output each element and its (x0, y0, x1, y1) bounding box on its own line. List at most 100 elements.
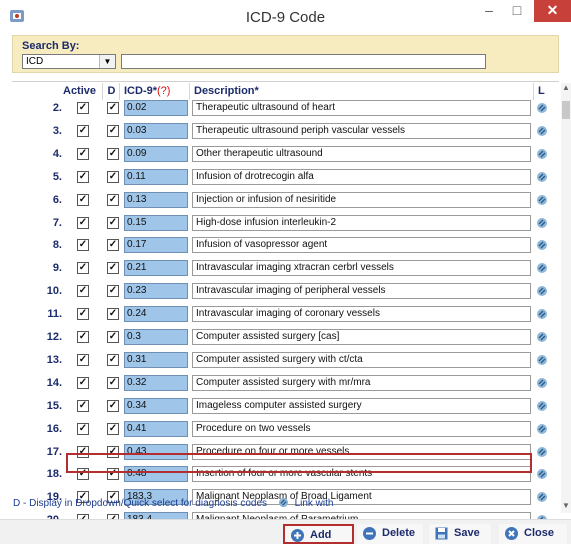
dropdown-checkbox[interactable]: ✓ (107, 377, 119, 389)
add-button[interactable]: Add (283, 524, 354, 544)
active-checkbox[interactable]: ✓ (77, 400, 89, 412)
description-field[interactable]: Injection or infusion of nesiritide (192, 192, 531, 208)
icd-code-field[interactable]: 0.41 (124, 421, 188, 437)
description-field[interactable]: High-dose infusion interleukin-2 (192, 215, 531, 231)
active-checkbox[interactable]: ✓ (77, 377, 89, 389)
description-field[interactable]: Procedure on two vessels (192, 421, 531, 437)
description-field[interactable]: Insertion of four or more vascular stent… (192, 466, 531, 482)
description-field[interactable]: Therapeutic ultrasound periph vascular v… (192, 123, 531, 139)
dropdown-checkbox[interactable]: ✓ (107, 354, 119, 366)
icd-code-field[interactable]: 0.15 (124, 215, 188, 231)
link-icon[interactable] (536, 491, 548, 503)
description-field[interactable]: Procedure on four or more vessels (192, 444, 531, 460)
description-field[interactable]: Imageless computer assisted surgery (192, 398, 531, 414)
link-icon[interactable] (536, 171, 548, 183)
description-field[interactable]: Computer assisted surgery [cas] (192, 329, 531, 345)
active-checkbox[interactable]: ✓ (77, 194, 89, 206)
dropdown-checkbox[interactable]: ✓ (107, 125, 119, 137)
dropdown-checkbox[interactable]: ✓ (107, 239, 119, 251)
description-field[interactable]: Computer assisted surgery with mr/mra (192, 375, 531, 391)
active-checkbox[interactable]: ✓ (77, 423, 89, 435)
icd-code-field[interactable]: 0.24 (124, 306, 188, 322)
link-icon[interactable] (536, 354, 548, 366)
chevron-down-icon[interactable]: ▼ (99, 55, 115, 68)
dropdown-checkbox[interactable]: ✓ (107, 423, 119, 435)
table-row[interactable]: 16. ✓ ✓ 0.41 Procedure on two vessels (12, 419, 552, 441)
dropdown-checkbox[interactable]: ✓ (107, 308, 119, 320)
icd-code-field[interactable]: 0.11 (124, 169, 188, 185)
scroll-thumb[interactable] (562, 101, 570, 119)
dropdown-checkbox[interactable]: ✓ (107, 285, 119, 297)
link-icon[interactable] (536, 262, 548, 274)
table-row[interactable]: 9. ✓ ✓ 0.21 Intravascular imaging xtracran c… (12, 258, 552, 280)
table-row[interactable]: 3. ✓ ✓ 0.03 Therapeutic ultrasound periph va… (12, 121, 552, 143)
link-icon[interactable] (536, 285, 548, 297)
maximize-button[interactable]: □ (506, 0, 528, 22)
table-row[interactable]: 5. ✓ ✓ 0.11 Infusion of drotrecogin alfa (12, 167, 552, 189)
active-checkbox[interactable]: ✓ (77, 125, 89, 137)
description-field[interactable]: Intravascular imaging of peripheral vess… (192, 283, 531, 299)
dropdown-checkbox[interactable]: ✓ (107, 262, 119, 274)
link-icon[interactable] (536, 125, 548, 137)
description-field[interactable]: Intravascular imaging xtracran cerbrl ve… (192, 260, 531, 276)
icd-help-link[interactable]: (?) (157, 85, 170, 97)
table-row[interactable]: 12. ✓ ✓ 0.3 Computer assisted surgery [cas] (12, 327, 552, 349)
save-button[interactable]: Save (429, 524, 491, 544)
description-field[interactable]: Other therapeutic ultrasound (192, 146, 531, 162)
icd-code-field[interactable]: 0.43 (124, 444, 188, 460)
description-field[interactable]: Infusion of vasopressor agent (192, 237, 531, 253)
dropdown-checkbox[interactable]: ✓ (107, 148, 119, 160)
link-icon[interactable] (536, 331, 548, 343)
active-checkbox[interactable]: ✓ (77, 148, 89, 160)
active-checkbox[interactable]: ✓ (77, 239, 89, 251)
active-checkbox[interactable]: ✓ (77, 354, 89, 366)
table-row[interactable]: 17. ✓ ✓ 0.43 Procedure on four or more vesse… (12, 442, 552, 464)
link-icon[interactable] (536, 468, 548, 480)
dropdown-checkbox[interactable]: ✓ (107, 102, 119, 114)
icd-code-field[interactable]: 0.31 (124, 352, 188, 368)
active-checkbox[interactable]: ✓ (77, 171, 89, 183)
icd-code-field[interactable]: 0.02 (124, 100, 188, 116)
active-checkbox[interactable]: ✓ (77, 217, 89, 229)
active-checkbox[interactable]: ✓ (77, 262, 89, 274)
icd-code-field[interactable]: 0.09 (124, 146, 188, 162)
close-button[interactable]: Close (499, 524, 567, 544)
active-checkbox[interactable]: ✓ (77, 102, 89, 114)
link-icon[interactable] (536, 148, 548, 160)
table-row[interactable]: 13. ✓ ✓ 0.31 Computer assisted surgery with … (12, 350, 552, 372)
link-icon[interactable] (536, 400, 548, 412)
table-row[interactable]: 18. ✓ ✓ 0.48 Insertion of four or more vascu… (12, 464, 552, 486)
table-row[interactable]: 8. ✓ ✓ 0.17 Infusion of vasopressor agent (12, 235, 552, 257)
icd-code-field[interactable]: 0.32 (124, 375, 188, 391)
scroll-up-icon[interactable]: ▲ (561, 83, 571, 95)
scroll-down-icon[interactable]: ▼ (561, 501, 571, 513)
dropdown-checkbox[interactable]: ✓ (107, 400, 119, 412)
dropdown-checkbox[interactable]: ✓ (107, 171, 119, 183)
table-row[interactable]: 11. ✓ ✓ 0.24 Intravascular imaging of corona… (12, 304, 552, 326)
active-checkbox[interactable]: ✓ (77, 285, 89, 297)
link-icon[interactable] (536, 446, 548, 458)
table-row[interactable]: 6. ✓ ✓ 0.13 Injection or infusion of nesirit… (12, 190, 552, 212)
icd-code-field[interactable]: 0.17 (124, 237, 188, 253)
dropdown-checkbox[interactable]: ✓ (107, 331, 119, 343)
search-input[interactable] (121, 54, 486, 69)
link-icon[interactable] (536, 239, 548, 251)
icd-code-field[interactable]: 0.34 (124, 398, 188, 414)
link-icon[interactable] (536, 217, 548, 229)
table-row[interactable]: 15. ✓ ✓ 0.34 Imageless computer assisted sur… (12, 396, 552, 418)
link-icon[interactable] (536, 194, 548, 206)
table-row[interactable]: 4. ✓ ✓ 0.09 Other therapeutic ultrasound (12, 144, 552, 166)
active-checkbox[interactable]: ✓ (77, 331, 89, 343)
dropdown-checkbox[interactable]: ✓ (107, 194, 119, 206)
table-row[interactable]: 14. ✓ ✓ 0.32 Computer assisted surgery with … (12, 373, 552, 395)
link-icon[interactable] (536, 423, 548, 435)
icd-code-field[interactable]: 0.48 (124, 466, 188, 482)
active-checkbox[interactable]: ✓ (77, 308, 89, 320)
dropdown-checkbox[interactable]: ✓ (107, 468, 119, 480)
active-checkbox[interactable]: ✓ (77, 446, 89, 458)
delete-button[interactable]: Delete (357, 524, 423, 544)
description-field[interactable]: Intravascular imaging of coronary vessel… (192, 306, 531, 322)
search-by-select[interactable]: ICD ▼ (22, 54, 116, 69)
active-checkbox[interactable]: ✓ (77, 468, 89, 480)
link-icon[interactable] (536, 308, 548, 320)
